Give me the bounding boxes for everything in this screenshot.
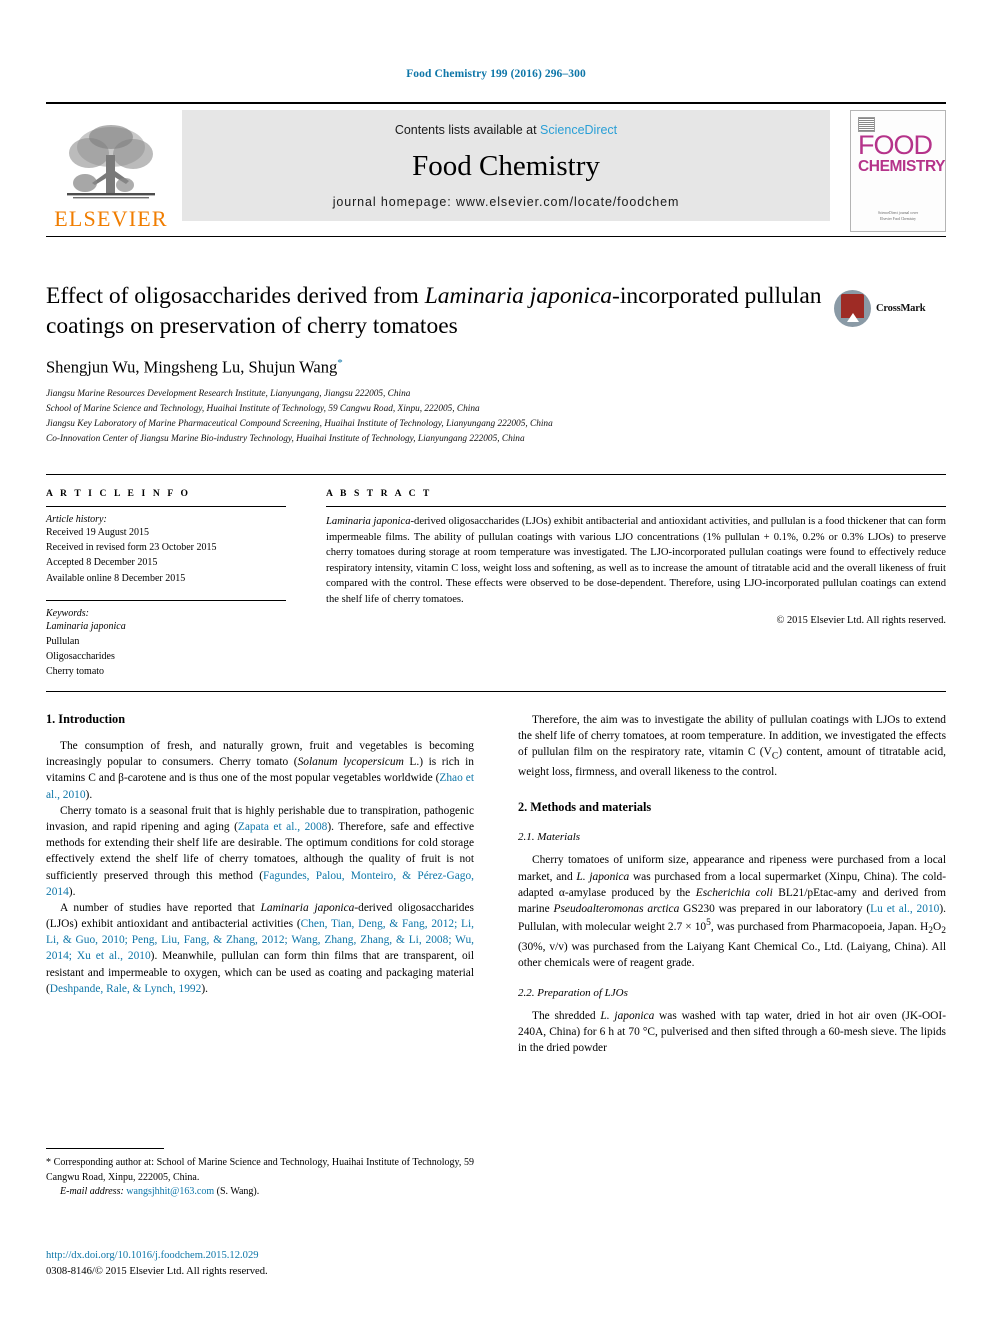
abstract-heading: A B S T R A C T <box>326 488 432 499</box>
cover-footer-line2: Elsevier Food Chemistry <box>880 216 916 221</box>
title-line1-post: -incorporated <box>612 283 739 309</box>
abstract-copyright: © 2015 Elsevier Ltd. All rights reserved… <box>776 615 947 627</box>
cover-food-word: FOOD <box>858 130 933 160</box>
title-line1-pre: Effect of oligosaccharides derived from <box>46 283 425 309</box>
contents-prefix: Contents lists available at <box>394 123 541 137</box>
footnote-email-line: E-mail address: wangsjhhit@163.com (S. W… <box>46 1185 474 1200</box>
cover-footer-text: ScienceDirect journal cover Elsevier Foo… <box>851 211 945 222</box>
elsevier-logo: ELSEVIER <box>46 110 176 232</box>
section-heading-methods: 2. Methods and materials <box>518 800 652 815</box>
journal-masthead: ELSEVIER Contents lists available at Sci… <box>46 102 946 232</box>
cover-chemistry-word: CHEMISTRY <box>858 158 946 175</box>
elsevier-wordmark: ELSEVIER <box>54 206 168 231</box>
doi-link[interactable]: http://dx.doi.org/10.1016/j.foodchem.201… <box>46 1248 474 1264</box>
article-info-column: A R T I C L E I N F O Article history: R… <box>46 488 286 680</box>
article-history-item: Available online 8 December 2015 <box>46 572 186 584</box>
keyword-item: Cherry tomato <box>46 666 105 678</box>
keyword-item: Pullulan <box>46 635 80 647</box>
info-band-top-rule <box>46 474 946 475</box>
affiliation-item: School of Marine Science and Technology,… <box>46 403 480 414</box>
abstract-text: Laminaria japonica-derived oligosacchari… <box>326 514 946 607</box>
body-columns: 1. Introduction The consumption of fresh… <box>46 712 946 1057</box>
page-title: Effect of oligosaccharides derived from … <box>46 282 836 341</box>
footnote-rule <box>46 1148 164 1149</box>
subsection-heading-ljos: 2.2. Preparation of LJOs <box>518 987 628 1000</box>
footnote-text: * Corresponding author at: School of Mar… <box>46 1156 474 1200</box>
crossmark-label: CrossMark <box>876 302 926 314</box>
keywords-rule <box>46 599 286 601</box>
article-info-heading: A R T I C L E I N F O <box>46 488 191 499</box>
affiliation-list: Jiangsu Marine Resources Development Res… <box>46 387 946 447</box>
elsevier-tree-icon <box>67 125 155 199</box>
article-history-item: Accepted 8 December 2015 <box>46 557 158 569</box>
email-address-label: E-mail address: <box>60 1186 124 1198</box>
issn-copyright-line: 0308-8146/© 2015 Elsevier Ltd. All right… <box>46 1265 268 1277</box>
sciencedirect-link[interactable]: ScienceDirect <box>540 123 617 137</box>
abstract-italic-lead: Laminaria japonica <box>326 516 411 527</box>
journal-band: Contents lists available at ScienceDirec… <box>182 110 830 221</box>
paragraph: Therefore, the aim was to investigate th… <box>518 714 947 779</box>
email-owner: (S. Wang). <box>216 1186 260 1198</box>
paragraph: The consumption of fresh, and naturally … <box>46 740 474 801</box>
keywords-label: Keywords: <box>46 607 89 619</box>
info-abstract-band: A R T I C L E I N F O Article history: R… <box>46 488 946 680</box>
affiliation-item: Co-Innovation Center of Jiangsu Marine B… <box>46 433 525 444</box>
crossmark-icon <box>834 289 871 327</box>
article-info-rule <box>46 506 286 507</box>
keyword-item: Oligosaccharides <box>46 651 115 663</box>
author-names: Shengjun Wu, Mingsheng Lu, Shujun Wang <box>46 357 338 377</box>
journal-cover-block: FOOD CHEMISTRY ScienceDirect journal cov… <box>838 110 946 232</box>
journal-homepage-link[interactable]: journal homepage: www.elsevier.com/locat… <box>333 195 680 209</box>
email-address-link[interactable]: wangsjhhit@163.com <box>126 1186 214 1197</box>
journal-cover-thumbnail[interactable]: FOOD CHEMISTRY ScienceDirect journal cov… <box>850 110 946 232</box>
doi-block: http://dx.doi.org/10.1016/j.foodchem.201… <box>46 1248 474 1280</box>
paper-page: Food Chemistry 199 (2016) 296–300 ELSEVI… <box>0 0 992 1323</box>
left-column: 1. Introduction The consumption of fresh… <box>46 712 474 1057</box>
paragraph: A number of studies have reported that L… <box>46 901 474 995</box>
author-list: Shengjun Wu, Mingsheng Lu, Shujun Wang* <box>46 357 946 378</box>
article-history-item: Received 19 August 2015 <box>46 527 150 538</box>
running-head: Food Chemistry 199 (2016) 296–300 <box>406 68 586 80</box>
crossmark-badge-group[interactable]: CrossMark <box>834 286 946 330</box>
abstract-column: A B S T R A C T Laminaria japonica-deriv… <box>326 488 946 680</box>
article-history-item: Received in revised form 23 October 2015 <box>46 542 217 554</box>
section-heading-introduction: 1. Introduction <box>46 712 126 726</box>
title-block: Effect of oligosaccharides derived from … <box>46 282 946 447</box>
footnote-body: Corresponding author at: School of Marin… <box>46 1157 474 1183</box>
masthead-bottom-rule <box>46 236 946 237</box>
corresponding-author-marker: * <box>337 357 343 370</box>
contents-available-line: Contents lists available at ScienceDirec… <box>395 123 617 137</box>
paragraph: Cherry tomato is a seasonal fruit that i… <box>46 804 475 898</box>
article-history-label: Article history: <box>46 514 107 525</box>
info-band-bottom-rule <box>46 691 946 692</box>
affiliation-item: Jiangsu Key Laboratory of Marine Pharmac… <box>46 418 553 429</box>
keyword-item: Laminaria japonica <box>46 620 126 632</box>
title-species-italic: Laminaria japonica <box>424 283 613 309</box>
abstract-rule <box>326 506 946 507</box>
right-column: Therefore, the aim was to investigate th… <box>518 712 946 1057</box>
journal-title: Food Chemistry <box>412 149 600 182</box>
subsection-heading-materials: 2.1. Materials <box>518 831 581 844</box>
affiliation-item: Jiangsu Marine Resources Development Res… <box>46 388 411 399</box>
keywords-block: Keywords: Laminaria japonica Pullulan Ol… <box>46 599 286 680</box>
paragraph: Cherry tomatoes of uniform size, appeara… <box>518 854 946 969</box>
abstract-body: -derived oligosaccharides (LJOs) exhibit… <box>326 516 946 605</box>
paragraph: The shredded L. japonica was washed with… <box>518 1010 946 1055</box>
corresponding-author-footnote: * Corresponding author at: School of Mar… <box>46 1148 474 1200</box>
